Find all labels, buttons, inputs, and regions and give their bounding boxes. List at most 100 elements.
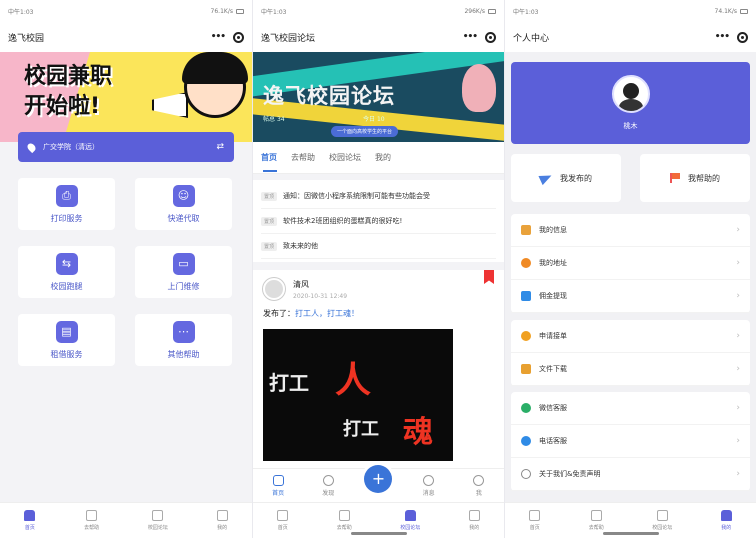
tab-home[interactable]: 首页 [277, 510, 289, 531]
my-help-button[interactable]: 我帮助的 [640, 154, 750, 202]
service-other[interactable]: ⋯ 其他帮助 [135, 314, 232, 366]
pinned-badge: 置顶 [261, 216, 278, 226]
tab-home[interactable]: 首页 [529, 510, 541, 531]
menu-file-download[interactable]: 文件下载 › [511, 353, 750, 386]
tab-mine[interactable]: 我的 [468, 510, 480, 531]
service-errand[interactable]: ⇆ 校园跑腿 [18, 246, 115, 298]
menu-wechat-support[interactable]: 微信客服 › [511, 392, 750, 425]
forum-screen: 中午1:03 296K/s 逸飞校园论坛 ••• 逸飞校园论坛 帖总 34 今日… [253, 0, 504, 538]
nav-bar: 逸飞校园论坛 ••• [253, 22, 504, 52]
service-courier[interactable]: ☺ 快递代取 [135, 178, 232, 230]
home-screen: 中午1:03 76.1K/s 逸飞校园 ••• 校园兼职 开始啦! 广交学院（清… [0, 0, 252, 538]
switch-icon[interactable]: ⇄ [216, 142, 224, 152]
banner-line-2: 开始啦! [24, 94, 101, 119]
help-icon [86, 510, 98, 521]
menu-my-address[interactable]: 我的地址 › [511, 247, 750, 280]
flag-icon [670, 173, 680, 183]
profile-screen: 中午1:03 74.1K/s 个人中心 ••• 桃木 我发布的 我帮助的 我的信… [505, 0, 756, 538]
rent-icon: ▤ [55, 320, 78, 343]
tab-help[interactable]: 去帮助 [84, 510, 99, 531]
info-icon [521, 225, 531, 235]
tab-home[interactable]: 首页 [24, 510, 36, 531]
miniprogram-capsule[interactable]: ••• [211, 31, 244, 43]
pinned-badge: 置顶 [261, 191, 278, 201]
tab-forum[interactable]: 校园论坛 [148, 510, 168, 531]
status-bar: 中午1:03 74.1K/s [505, 0, 756, 22]
forum-icon [656, 510, 668, 521]
banner-line-1: 校园兼职 [24, 64, 113, 89]
tab-forum[interactable]: 校园论坛 [400, 510, 420, 531]
service-repair[interactable]: ▭ 上门维修 [135, 246, 232, 298]
forum-nav-home[interactable]: 首页 [258, 474, 298, 497]
promo-banner[interactable]: 校园兼职 开始啦! [0, 52, 252, 142]
chevron-right-icon: › [736, 436, 740, 446]
tab-lost-found[interactable]: 校园论坛 [329, 152, 361, 163]
list-item[interactable]: 置顶 通知：因微信小程序系统限制可能有些功能会受 [261, 184, 496, 209]
miniprogram-capsule[interactable]: ••• [463, 31, 496, 43]
menu-about[interactable]: 关于我们&免责声明 › [511, 458, 750, 491]
menu-group-account: 我的信息 › 我的地址 › 佣金提现 › [511, 214, 750, 313]
menu-my-info[interactable]: 我的信息 › [511, 214, 750, 247]
help-icon [338, 510, 350, 521]
list-item[interactable]: 置顶 软件技术2班团组织的蛋糕真的很好吃! [261, 209, 496, 234]
menu-withdraw[interactable]: 佣金提现 › [511, 280, 750, 313]
tab-mine[interactable]: 我的 [216, 510, 228, 531]
errand-icon: ⇆ [55, 252, 78, 275]
more-help-icon: ⋯ [172, 320, 195, 343]
service-print[interactable]: ⎙ 打印服务 [18, 178, 115, 230]
tab-help[interactable]: 去帮助 [337, 510, 352, 531]
more-dots-icon[interactable]: ••• [463, 32, 478, 42]
close-miniprogram-icon[interactable] [485, 31, 496, 43]
network-speed: 74.1K/s [714, 7, 737, 15]
post-image[interactable]: 打工 人 打工 魂 [263, 329, 453, 461]
menu-apply-orders[interactable]: 申请接单 › [511, 320, 750, 353]
pinned-notices: 置顶 通知：因微信小程序系统限制可能有些功能会受 置顶 软件技术2班团组织的蛋糕真的… [253, 180, 504, 262]
tab-confession[interactable]: 我的 [375, 152, 391, 163]
service-rent[interactable]: ▤ 租借服务 [18, 314, 115, 366]
tab-help[interactable]: 去帮助 [589, 510, 604, 531]
avatar[interactable] [263, 278, 285, 300]
status-time: 中午1:03 [8, 8, 34, 16]
tab-all[interactable]: 首页 [261, 152, 277, 172]
forum-nav-messages[interactable]: 消息 [409, 474, 449, 497]
menu-phone-support[interactable]: 电话客服 › [511, 425, 750, 458]
forum-banner[interactable]: 逸飞校园论坛 帖总 34 今日 10 一个面向高校学生的平台 [253, 52, 504, 142]
miniprogram-capsule[interactable]: ••• [715, 31, 748, 43]
menu-group-support: 微信客服 › 电话客服 › 关于我们&免责声明 › [511, 392, 750, 491]
add-post-button[interactable]: + [364, 464, 393, 493]
category-tabs: 首页 去帮助 校园论坛 我的 [253, 142, 504, 174]
username: 桃木 [623, 122, 638, 130]
chevron-right-icon: › [736, 364, 740, 374]
user-icon [468, 510, 480, 521]
chevron-right-icon: › [736, 469, 740, 479]
list-item[interactable]: 置顶 致未来的他 [261, 234, 496, 259]
location-icon [521, 258, 531, 268]
close-miniprogram-icon[interactable] [233, 31, 244, 43]
more-dots-icon[interactable]: ••• [211, 32, 226, 42]
profile-card: 桃木 [511, 62, 750, 144]
download-icon [521, 364, 531, 374]
my-posts-button[interactable]: 我发布的 [511, 154, 621, 202]
post-card[interactable]: 清风 2020-10-31 12:49 发布了：打工人，打工魂！ 打工 人 打工… [253, 270, 504, 470]
message-icon [423, 474, 435, 486]
tab-campus-fun[interactable]: 去帮助 [291, 152, 315, 163]
forum-nav-post[interactable]: + [358, 464, 398, 493]
tab-bar: 首页 去帮助 校园论坛 我的 [0, 502, 252, 538]
megaphone-illustration [152, 92, 188, 118]
post-author[interactable]: 清风 [293, 279, 347, 290]
tab-mine[interactable]: 我的 [720, 510, 732, 531]
post-time: 2020-10-31 12:49 [293, 292, 348, 300]
battery-icon [488, 8, 496, 14]
forum-nav-me[interactable]: 我 [459, 474, 499, 497]
forum-icon [152, 510, 164, 521]
close-miniprogram-icon[interactable] [737, 31, 748, 43]
battery-icon [236, 8, 244, 14]
tab-forum[interactable]: 校园论坛 [652, 510, 672, 531]
avatar[interactable] [611, 75, 650, 113]
more-dots-icon[interactable]: ••• [715, 32, 730, 42]
user-icon [473, 474, 485, 486]
forum-nav-discover[interactable]: 发现 [308, 474, 348, 497]
location-selector[interactable]: 广交学院（清远） ⇄ [18, 132, 234, 162]
chevron-right-icon: › [736, 403, 740, 413]
wallet-icon [521, 291, 531, 301]
